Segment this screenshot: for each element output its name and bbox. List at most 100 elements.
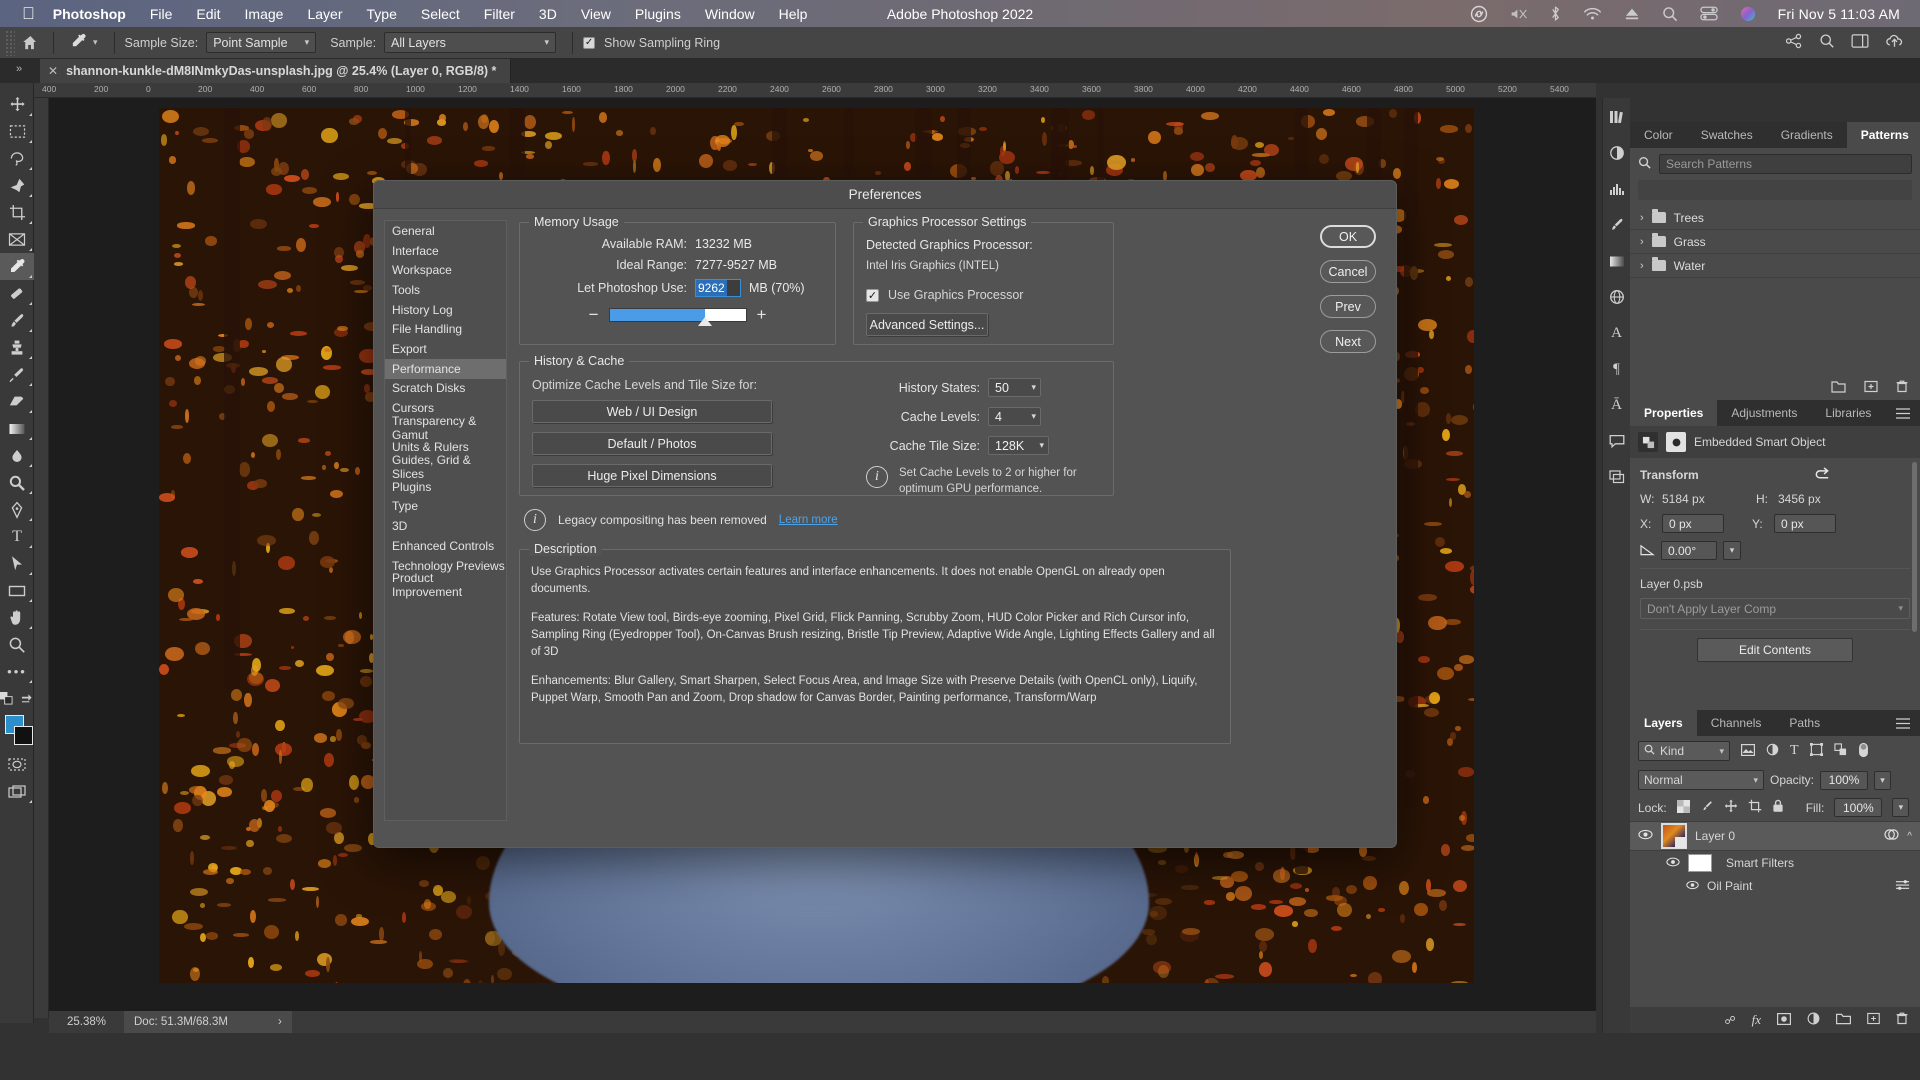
edit-toolbar-more[interactable]: ••• <box>0 658 34 685</box>
vertical-ruler[interactable] <box>34 98 49 1018</box>
opacity-input[interactable]: 100% <box>1820 771 1868 790</box>
nav-item-interface[interactable]: Interface <box>385 241 506 261</box>
eyedropper-tool[interactable] <box>0 253 34 280</box>
gradients-icon[interactable] <box>1606 250 1628 272</box>
character-icon[interactable]: A <box>1606 322 1628 344</box>
lock-position-icon[interactable] <box>1724 799 1738 816</box>
eraser-tool[interactable] <box>0 388 34 415</box>
new-group-icon[interactable] <box>1831 380 1846 396</box>
blending-options-icon[interactable] <box>1895 879 1910 894</box>
chevron-right-icon[interactable]: › <box>1640 236 1644 248</box>
prev-button[interactable]: Prev <box>1320 295 1376 318</box>
fill-dropdown[interactable]: ▾ <box>1892 798 1909 817</box>
pattern-folder-trees[interactable]: › Trees <box>1630 206 1920 230</box>
lock-image-pixels-icon[interactable] <box>1700 800 1714 816</box>
volume-muted-icon[interactable] <box>1510 7 1528 21</box>
blur-tool[interactable] <box>0 442 34 469</box>
eye-icon[interactable] <box>1686 879 1699 893</box>
nav-item-export[interactable]: Export <box>385 339 506 359</box>
menu-item-3d[interactable]: 3D <box>539 6 557 22</box>
memory-slider[interactable] <box>609 308 747 322</box>
reset-transform-icon[interactable] <box>1815 466 1832 483</box>
menu-item-view[interactable]: View <box>581 6 611 22</box>
type-filter-icon[interactable]: T <box>1790 743 1799 759</box>
smart-filter-icon[interactable] <box>1884 828 1899 844</box>
chevron-right-icon[interactable]: › <box>1640 260 1644 272</box>
chevron-down-icon[interactable]: ▾ <box>93 37 98 48</box>
swap-colors-icon[interactable] <box>21 693 33 708</box>
patterns-recent-strip[interactable] <box>1638 180 1912 200</box>
menu-item-window[interactable]: Window <box>705 6 755 22</box>
delete-layer-icon[interactable] <box>1896 1012 1908 1028</box>
siri-icon[interactable] <box>1740 6 1756 22</box>
search-icon[interactable] <box>1819 33 1835 52</box>
ok-button[interactable]: OK <box>1320 225 1376 248</box>
menu-item-layer[interactable]: Layer <box>307 6 342 22</box>
horizontal-type-tool[interactable]: T <box>0 523 34 550</box>
layer-comp-select[interactable]: Don't Apply Layer Comp ▾ <box>1640 598 1910 619</box>
let-photoshop-use-input[interactable]: 9262 <box>695 279 741 297</box>
layer-style-icon[interactable]: fx <box>1752 1012 1761 1028</box>
apple-icon[interactable]:  <box>22 5 35 22</box>
menu-item-type[interactable]: Type <box>367 6 397 22</box>
eject-icon[interactable] <box>1624 7 1640 21</box>
menu-item-select[interactable]: Select <box>421 6 460 22</box>
layer-mask-icon[interactable] <box>1777 1013 1791 1028</box>
tab-adjustments[interactable]: Adjustments <box>1717 400 1811 426</box>
options-bar-grip[interactable] <box>5 30 15 56</box>
menu-item-help[interactable]: Help <box>779 6 808 22</box>
sample-size-select[interactable]: Point Sample ▾ <box>206 32 316 53</box>
next-button[interactable]: Next <box>1320 330 1376 353</box>
nav-item-performance[interactable]: Performance <box>385 359 506 379</box>
quick-mask-icon[interactable] <box>0 751 34 778</box>
rectangular-marquee-tool[interactable] <box>0 118 34 145</box>
x-input[interactable]: 0 px <box>1662 514 1724 533</box>
pixel-filter-icon[interactable] <box>1741 744 1755 759</box>
hand-tool[interactable] <box>0 604 34 631</box>
adjustments-icon[interactable] <box>1606 142 1628 164</box>
layer-row-oil-paint[interactable]: Oil Paint <box>1630 875 1920 897</box>
chevron-up-icon[interactable]: ^ <box>1907 831 1912 842</box>
layer-filter-kind-select[interactable]: Kind ▾ <box>1638 741 1730 761</box>
tab-color[interactable]: Color <box>1630 122 1687 148</box>
blend-mode-select[interactable]: Normal ▾ <box>1638 770 1764 790</box>
pen-tool[interactable] <box>0 496 34 523</box>
properties-scrollbar[interactable] <box>1912 462 1917 632</box>
nav-item-scratch-disks[interactable]: Scratch Disks <box>385 379 506 399</box>
tab-swatches[interactable]: Swatches <box>1687 122 1767 148</box>
use-graphics-processor-checkbox[interactable]: ✓ <box>866 289 879 302</box>
smart-object-filter-icon[interactable] <box>1834 743 1847 759</box>
spot-healing-brush-tool[interactable] <box>0 280 34 307</box>
shape-filter-icon[interactable] <box>1810 743 1823 759</box>
edit-contents-button[interactable]: Edit Contents <box>1697 638 1853 662</box>
tab-channels[interactable]: Channels <box>1697 710 1776 736</box>
panel-menu-icon[interactable] <box>1886 400 1920 426</box>
wifi-icon[interactable] <box>1583 7 1602 21</box>
layer-name[interactable]: Layer 0 <box>1695 829 1735 843</box>
nav-item-enhanced-controls[interactable]: Enhanced Controls <box>385 536 506 556</box>
y-input[interactable]: 0 px <box>1774 514 1836 533</box>
memory-increase-button[interactable]: + <box>757 306 767 323</box>
eye-icon[interactable] <box>1638 829 1653 843</box>
tab-patterns[interactable]: Patterns <box>1847 122 1920 148</box>
share-icon[interactable] <box>1785 33 1803 52</box>
search-patterns-input[interactable]: Search Patterns <box>1659 154 1912 174</box>
history-states-select[interactable]: 50 ▾ <box>988 378 1041 397</box>
menu-item-filter[interactable]: Filter <box>484 6 515 22</box>
fill-input[interactable]: 100% <box>1834 798 1882 817</box>
active-tool-selector[interactable]: ▾ <box>64 33 104 53</box>
layer-thumbnail[interactable] <box>1661 823 1687 849</box>
object-selection-tool[interactable] <box>0 172 34 199</box>
tab-libraries[interactable]: Libraries <box>1811 400 1885 426</box>
path-selection-tool[interactable] <box>0 550 34 577</box>
filter-toggle-icon[interactable] <box>1858 742 1869 761</box>
close-icon[interactable]: ✕ <box>48 64 58 78</box>
mask-icon[interactable] <box>1666 432 1686 452</box>
crop-tool[interactable] <box>0 199 34 226</box>
learn-more-link[interactable]: Learn more <box>779 514 838 526</box>
nav-item-product-improvement[interactable]: Product Improvement <box>385 575 506 595</box>
advanced-settings-button[interactable]: Advanced Settings... <box>866 313 988 336</box>
nav-item-file-handling[interactable]: File Handling <box>385 319 506 339</box>
web-ui-design-button[interactable]: Web / UI Design <box>532 400 772 423</box>
chevron-right-icon[interactable]: › <box>278 1016 282 1028</box>
